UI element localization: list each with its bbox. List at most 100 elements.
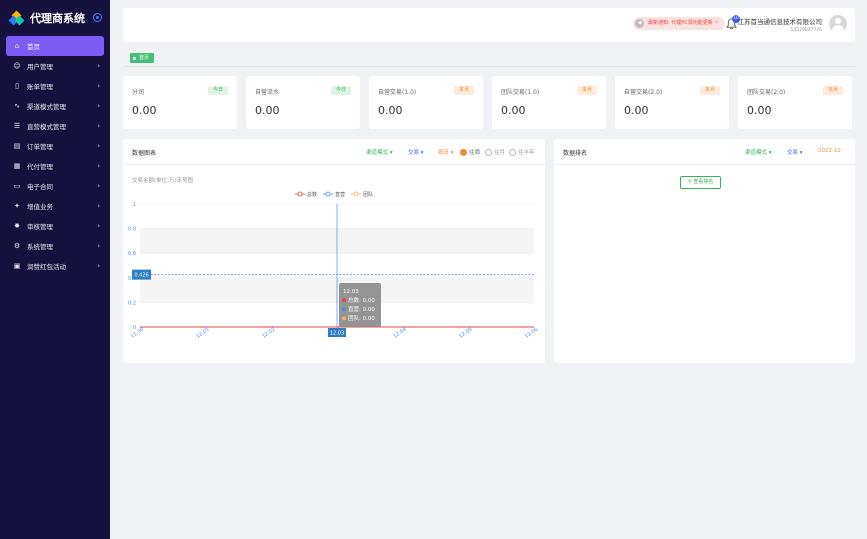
sidebar-menu: ⌂ 首页 ☺ 用户管理 › ▯ 账单管理 › ∿ 渠道模式管理 › ☰ 直营模式管理 › ▤ 订单管理 › ▦ 代付… <box>0 36 110 276</box>
sidebar-item-5[interactable]: ▤ 订单管理 › <box>6 136 104 156</box>
tooltip-title: 12.03 <box>343 289 359 295</box>
sidebar-item-label: 用户管理 <box>27 63 53 71</box>
avatar[interactable] <box>829 15 847 33</box>
x-tick-label: 12.06 <box>524 327 539 340</box>
legend-label: 总数 <box>307 191 317 198</box>
rank-panel: 数据排名 渠道模式 ▾ 交易 ▾ 2022-12 ⚲ 查看排名 <box>554 139 855 363</box>
tooltip-row: 直营: 0.00 <box>348 305 375 313</box>
stat-card-value: 0.00 <box>501 104 526 117</box>
crosshair-x-label: 12.03 <box>330 331 344 337</box>
tooltip-marker <box>342 316 346 321</box>
top-header: ◀ 最新通知: 代理PC源功能更新 ~ 10 江苏首当通信息技术有限公司 155… <box>123 8 855 42</box>
rank-panel-header: 数据排名 渠道模式 ▾ 交易 ▾ 2022-12 <box>554 139 855 165</box>
sidebar-item-label: 审核管理 <box>27 223 53 231</box>
speaker-icon: ◀ <box>635 19 644 28</box>
notice-banner[interactable]: ◀ 最新通知: 代理PC源功能更新 ~ <box>633 17 725 30</box>
home-icon: ⌂ <box>14 42 20 50</box>
cog-icon: ✸ <box>14 222 20 230</box>
document-icon: ▤ <box>13 142 21 150</box>
sidebar-item-6[interactable]: ▦ 代付管理 › <box>6 156 104 176</box>
rank-mode-select[interactable]: 渠道模式 ▾ <box>745 148 772 156</box>
sidebar-item-10[interactable]: ⚙ 系统管理 › <box>6 236 104 256</box>
view-ranking-button[interactable]: ⚲ 查看排名 <box>680 176 722 189</box>
stat-card-label: 分润 <box>132 89 145 96</box>
tooltip-marker <box>342 307 346 312</box>
collapse-sidebar-icon[interactable] <box>93 13 102 22</box>
tooltip-row: 总数: 0.00 <box>348 296 375 304</box>
stat-card: 分润 今日 0.00 <box>123 76 237 129</box>
sidebar-item-label: 首页 <box>27 43 40 51</box>
stat-card: 团队交易(2.0) 本月 0.00 <box>738 76 852 129</box>
x-tick-label: 12.02 <box>261 327 276 340</box>
stat-card-label: 自营交易(2.0) <box>624 89 663 96</box>
company-info[interactable]: 江苏首当通信息技术有限公司 15579037776 <box>738 16 823 33</box>
settings-icon: ⚙ <box>13 242 21 250</box>
sidebar-item-2[interactable]: ▯ 账单管理 › <box>6 76 104 96</box>
gift-icon: ▣ <box>13 262 21 270</box>
stat-card-label: 团队交易(2.0) <box>747 89 786 96</box>
activity-icon: ∿ <box>14 102 20 110</box>
sidebar-item-9[interactable]: ✸ 审核管理 › <box>6 216 104 236</box>
stat-card-value: 0.00 <box>747 104 772 117</box>
legend-label: 直营 <box>335 191 345 198</box>
line-chart[interactable]: 00.20.40.60.8111.3012.0112.0212.0312.041… <box>123 139 545 363</box>
chevron-right-icon: › <box>97 242 100 250</box>
tag-home[interactable]: 首页 <box>130 53 155 63</box>
stat-card-label: 团队交易(1.0) <box>501 89 540 96</box>
tooltip-row: 团队: 0.00 <box>348 314 375 322</box>
sidebar-item-label: 增值业务 <box>27 203 53 211</box>
stat-card: 团队交易(1.0) 本月 0.00 <box>492 76 606 129</box>
legend-marker <box>325 191 331 197</box>
company-phone: 15579037776 <box>790 28 823 33</box>
sidebar-item-3[interactable]: ∿ 渠道模式管理 › <box>6 96 104 116</box>
notification-button[interactable]: 10 <box>726 15 740 30</box>
logo-icon <box>8 10 25 25</box>
contract-icon: ▭ <box>13 182 21 190</box>
database-icon: ☰ <box>13 122 21 130</box>
sidebar-item-11[interactable]: ▣ 润赞红包活动 › <box>6 256 104 276</box>
star-gear-icon: ✦ <box>14 202 20 210</box>
stat-card-label: 自营交易(1.0) <box>378 89 417 96</box>
sidebar-item-8[interactable]: ✦ 增值业务 › <box>6 196 104 216</box>
stat-card-value: 0.00 <box>132 104 157 117</box>
sidebar-item-label: 直营模式管理 <box>27 123 66 131</box>
stat-card-period: 本月 <box>453 86 474 95</box>
sidebar-item-label: 系统管理 <box>27 243 53 251</box>
rank-type-select[interactable]: 交易 ▾ <box>787 148 803 156</box>
sidebar-item-label: 渠道模式管理 <box>27 103 66 111</box>
x-tick-label: 12.04 <box>393 327 408 340</box>
sidebar-item-7[interactable]: ▭ 电子合同 › <box>6 176 104 196</box>
app-title: 代理商系统 <box>30 12 85 25</box>
stat-card-period: 今日 <box>330 86 351 95</box>
users-icon: ☺ <box>13 62 21 70</box>
sidebar-item-4[interactable]: ☰ 直营模式管理 › <box>6 116 104 136</box>
sidebar-item-label: 订单管理 <box>27 143 53 151</box>
sidebar-item-1[interactable]: ☺ 用户管理 › <box>6 56 104 76</box>
rank-date-picker[interactable]: 2022-12 <box>818 148 841 154</box>
chevron-right-icon: › <box>97 262 100 270</box>
chevron-right-icon: › <box>97 162 100 170</box>
chevron-right-icon: › <box>97 102 100 110</box>
chevron-right-icon: › <box>97 222 100 230</box>
stat-card-period: 今日 <box>207 86 228 95</box>
sidebar-item-label: 账单管理 <box>27 83 53 91</box>
chevron-right-icon: › <box>97 182 100 190</box>
x-tick-label: 12.05 <box>458 327 473 340</box>
stat-card-period: 本月 <box>576 86 597 95</box>
stat-card-period: 本月 <box>822 86 843 95</box>
sidebar-item-label: 电子合同 <box>27 183 53 191</box>
clipboard-icon: ▯ <box>15 82 19 90</box>
tags-view: 首页 <box>123 50 855 67</box>
chevron-right-icon: › <box>97 202 100 210</box>
legend-marker <box>353 191 359 197</box>
notice-text: 最新通知: 代理PC源功能更新 ~ <box>648 20 719 26</box>
sidebar-item-label: 代付管理 <box>27 163 53 171</box>
legend-label: 团队 <box>363 191 373 198</box>
layout-icon: ▦ <box>13 162 21 170</box>
stat-card-value: 0.00 <box>624 104 649 117</box>
y-tick-label: 1 <box>133 202 136 208</box>
app-logo[interactable]: 代理商系统 <box>8 9 105 27</box>
y-tick-label: 0.2 <box>128 300 136 306</box>
sidebar-item-0[interactable]: ⌂ 首页 <box>6 36 104 56</box>
stat-card-value: 0.00 <box>255 104 280 117</box>
